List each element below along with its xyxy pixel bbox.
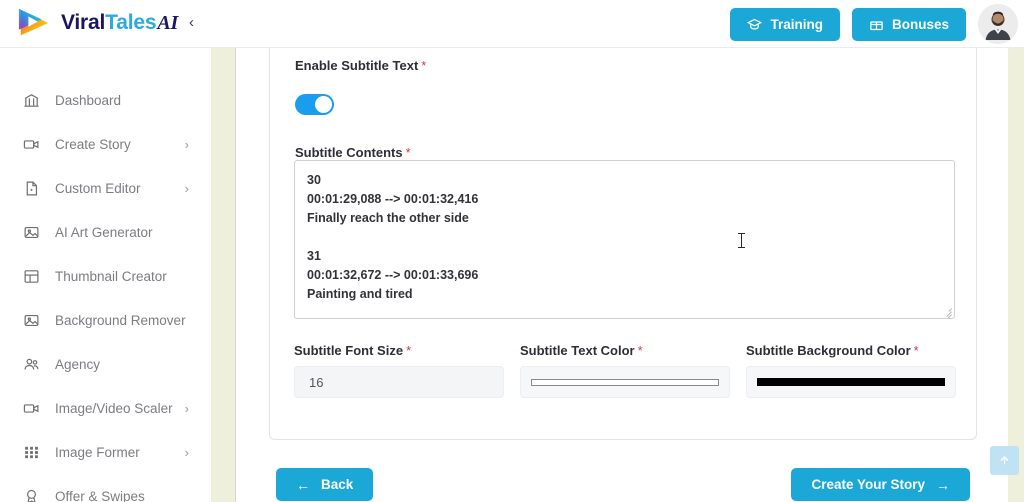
chevron-left-icon[interactable]: ‹: [189, 15, 194, 30]
app-root: Viral Tales AI ‹ Training Bonuses Dashbo…: [0, 0, 1024, 502]
users-icon: [22, 355, 41, 374]
squares-icon: [22, 443, 41, 462]
sidebar-item-create-story[interactable]: Create Story ›: [0, 122, 211, 166]
sidebar-item-dashboard[interactable]: Dashboard: [0, 78, 211, 122]
sidebar-item-label: Custom Editor: [55, 180, 141, 196]
font-size-label: Subtitle Font Size *: [294, 343, 504, 358]
sidebar-nav: Dashboard Create Story › Custom Editor ›: [0, 48, 211, 502]
create-story-button[interactable]: Create Your Story →: [791, 468, 970, 501]
brand-word-3: AI: [157, 12, 179, 34]
decorative-strip-left: [211, 38, 235, 502]
bg-color-field: Subtitle Background Color *: [746, 343, 956, 398]
viraltales-logo-icon: [18, 8, 49, 36]
file-icon: [22, 179, 41, 198]
sidebar-item-custom-editor[interactable]: Custom Editor ›: [0, 166, 211, 210]
image-icon: [22, 223, 41, 242]
required-marker: *: [405, 145, 411, 160]
subtitle-contents-label: Subtitle Contents *: [295, 145, 411, 160]
sidebar-item-offer-swipes[interactable]: Offer & Swipes: [0, 474, 211, 502]
subtitle-settings-card: Enable Subtitle Text * Subtitle Contents *…: [269, 38, 977, 440]
sidebar-item-thumbnail-creator[interactable]: Thumbnail Creator: [0, 254, 211, 298]
sidebar-item-label: Create Story: [55, 136, 131, 152]
header-actions: Training Bonuses: [730, 8, 966, 41]
text-color-picker[interactable]: [520, 366, 730, 398]
badge-icon: [22, 487, 41, 502]
bonuses-button[interactable]: Bonuses: [851, 8, 966, 41]
brand-word-2: Tales: [105, 11, 157, 34]
bonuses-button-label: Bonuses: [891, 17, 949, 32]
top-bar: Viral Tales AI ‹ Training Bonuses: [0, 0, 1024, 48]
avatar-image: [978, 4, 1018, 44]
create-story-button-label: Create Your Story: [811, 477, 925, 492]
back-button-label: Back: [321, 477, 354, 492]
font-size-input[interactable]: 16: [294, 366, 504, 398]
sidebar-item-background-remover[interactable]: Background Remover: [0, 298, 211, 342]
sidebar-item-agency[interactable]: Agency: [0, 342, 211, 386]
bg-color-label: Subtitle Background Color *: [746, 343, 956, 358]
enable-subtitle-label-text: Enable Subtitle Text: [295, 58, 419, 73]
required-marker: *: [406, 343, 412, 358]
bg-color-picker[interactable]: [746, 366, 956, 398]
subtitle-contents-label-text: Subtitle Contents: [295, 145, 403, 160]
gift-icon: [870, 21, 883, 31]
toggle-knob: [315, 96, 332, 113]
sidebar-item-label: Dashboard: [55, 92, 122, 108]
scroll-to-top-button[interactable]: [990, 446, 1019, 475]
sidebar-item-label: AI Art Generator: [55, 224, 153, 240]
decorative-strip-right: [1008, 38, 1024, 502]
sidebar-item-image-former[interactable]: Image Former ›: [0, 430, 211, 474]
training-button[interactable]: Training: [730, 8, 840, 41]
chevron-right-icon: ›: [184, 180, 189, 196]
bg-color-label-text: Subtitle Background Color: [746, 343, 911, 358]
video-icon: [22, 399, 41, 418]
arrow-up-icon: [1000, 456, 1009, 465]
sidebar-item-label: Agency: [55, 356, 101, 372]
bg-color-swatch: [757, 378, 945, 386]
font-size-value: 16: [309, 374, 324, 390]
enable-subtitle-label: Enable Subtitle Text *: [295, 58, 426, 73]
brand-logo-area[interactable]: Viral Tales AI ‹: [16, 5, 194, 41]
brand-title: Viral Tales AI: [61, 11, 178, 35]
required-marker: *: [913, 343, 919, 358]
subtitle-contents-textarea[interactable]: 30 00:01:29,088 --> 00:01:32,416 Finally…: [294, 160, 955, 319]
video-icon: [22, 135, 41, 154]
graduation-icon: [747, 18, 763, 30]
sidebar-item-image-video-scaler[interactable]: Image/Video Scaler ›: [0, 386, 211, 430]
subtitle-style-fields: Subtitle Font Size * 16 Subtitle Text Col…: [294, 343, 956, 398]
sidebar-item-label: Background Remover: [55, 312, 186, 328]
training-button-label: Training: [770, 17, 823, 32]
grid-icon: [22, 267, 41, 286]
text-color-field: Subtitle Text Color *: [520, 343, 730, 398]
arrow-left-icon: ←: [296, 476, 310, 493]
arrow-right-icon: →: [936, 476, 950, 493]
text-color-label: Subtitle Text Color *: [520, 343, 730, 358]
image-icon: [22, 311, 41, 330]
sidebar-item-label: Offer & Swipes: [55, 488, 145, 502]
subtitle-contents-value: 30 00:01:29,088 --> 00:01:32,416 Finally…: [307, 173, 479, 301]
bank-icon: [22, 91, 41, 110]
chevron-right-icon: ›: [184, 444, 189, 460]
main-content: Enable Subtitle Text * Subtitle Contents *…: [236, 38, 1008, 502]
chevron-right-icon: ›: [184, 400, 189, 416]
sidebar-item-label: Image Former: [55, 444, 140, 460]
enable-subtitle-toggle[interactable]: [295, 94, 334, 115]
chevron-right-icon: ›: [184, 136, 189, 152]
user-avatar[interactable]: [978, 4, 1018, 44]
font-size-field: Subtitle Font Size * 16: [294, 343, 504, 398]
back-button[interactable]: ← Back: [276, 468, 374, 501]
textarea-resize-handle[interactable]: [940, 304, 953, 318]
required-marker: *: [421, 58, 427, 73]
sidebar-item-label: Image/Video Scaler: [55, 400, 173, 416]
text-color-label-text: Subtitle Text Color: [520, 343, 635, 358]
text-color-swatch: [531, 378, 719, 386]
font-size-label-text: Subtitle Font Size: [294, 343, 404, 358]
text-cursor-icon: [738, 233, 745, 248]
sidebar-item-ai-art-generator[interactable]: AI Art Generator: [0, 210, 211, 254]
brand-word-1: Viral: [61, 11, 106, 34]
required-marker: *: [637, 343, 643, 358]
sidebar-item-label: Thumbnail Creator: [55, 268, 167, 284]
